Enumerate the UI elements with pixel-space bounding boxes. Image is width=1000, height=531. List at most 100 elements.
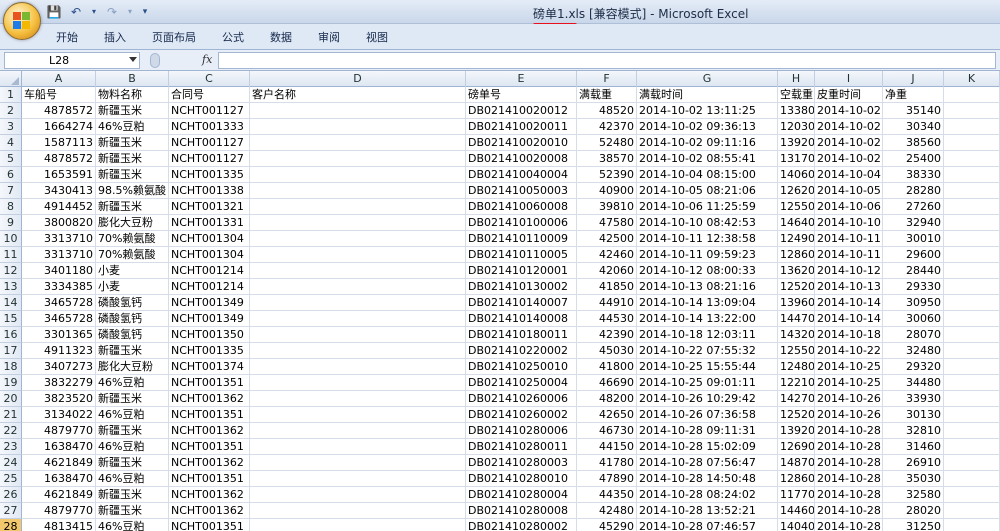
table-cell-c[interactable]: NCHT001362 <box>169 487 250 503</box>
table-cell-g[interactable]: 2014-10-25 15:55:44 <box>637 359 778 375</box>
table-cell-h[interactable]: 14640 <box>778 215 815 231</box>
table-cell-h[interactable]: 12520 <box>778 407 815 423</box>
table-cell-a[interactable]: 4879770 <box>22 423 96 439</box>
table-cell-a[interactable]: 3313710 <box>22 247 96 263</box>
table-cell-k[interactable] <box>944 503 1000 519</box>
table-cell-i[interactable]: 2014-10-02 <box>815 103 883 119</box>
table-cell-j[interactable]: 38330 <box>883 167 944 183</box>
column-header-c[interactable]: C <box>169 71 250 87</box>
table-cell-a[interactable]: 4878572 <box>22 151 96 167</box>
table-cell-k[interactable] <box>944 279 1000 295</box>
table-cell-d[interactable] <box>250 423 466 439</box>
table-cell-f[interactable]: 45290 <box>577 519 637 531</box>
tab-home[interactable]: 开始 <box>56 29 91 45</box>
table-cell-d[interactable] <box>250 247 466 263</box>
undo-dropdown-icon[interactable]: ▾ <box>90 4 98 20</box>
table-cell-g[interactable]: 2014-10-11 12:38:58 <box>637 231 778 247</box>
table-cell-e[interactable]: DB021410140007 <box>466 295 577 311</box>
table-cell-b[interactable]: 新疆玉米 <box>96 503 169 519</box>
select-all-button[interactable] <box>0 71 22 87</box>
header-cell-j[interactable]: 净重 <box>883 87 944 103</box>
table-cell-h[interactable]: 13920 <box>778 423 815 439</box>
table-cell-e[interactable]: DB021410280010 <box>466 471 577 487</box>
table-cell-g[interactable]: 2014-10-26 10:29:42 <box>637 391 778 407</box>
header-cell-c[interactable]: 合同号 <box>169 87 250 103</box>
table-cell-j[interactable]: 32940 <box>883 215 944 231</box>
header-cell-f[interactable]: 满载重 <box>577 87 637 103</box>
table-cell-d[interactable] <box>250 263 466 279</box>
table-cell-i[interactable]: 2014-10-28 <box>815 423 883 439</box>
table-cell-c[interactable]: NCHT001304 <box>169 231 250 247</box>
table-cell-a[interactable]: 1638470 <box>22 439 96 455</box>
table-cell-e[interactable]: DB021410280003 <box>466 455 577 471</box>
table-cell-g[interactable]: 2014-10-14 13:22:00 <box>637 311 778 327</box>
table-cell-f[interactable]: 52390 <box>577 167 637 183</box>
table-cell-b[interactable]: 46%豆粕 <box>96 439 169 455</box>
table-cell-a[interactable]: 3401180 <box>22 263 96 279</box>
redo-icon[interactable]: ↷ <box>104 4 120 20</box>
table-cell-d[interactable] <box>250 151 466 167</box>
table-cell-a[interactable]: 4911323 <box>22 343 96 359</box>
table-cell-e[interactable]: DB021410260006 <box>466 391 577 407</box>
table-cell-h[interactable]: 13920 <box>778 135 815 151</box>
table-cell-g[interactable]: 2014-10-02 09:11:16 <box>637 135 778 151</box>
table-cell-c[interactable]: NCHT001127 <box>169 103 250 119</box>
table-cell-d[interactable] <box>250 471 466 487</box>
table-cell-g[interactable]: 2014-10-06 11:25:59 <box>637 199 778 215</box>
table-cell-c[interactable]: NCHT001362 <box>169 391 250 407</box>
table-cell-e[interactable]: DB021410020012 <box>466 103 577 119</box>
table-cell-c[interactable]: NCHT001331 <box>169 215 250 231</box>
table-cell-f[interactable]: 41850 <box>577 279 637 295</box>
row-header[interactable]: 24 <box>0 455 22 471</box>
table-cell-b[interactable]: 磷酸氢钙 <box>96 311 169 327</box>
table-cell-c[interactable]: NCHT001362 <box>169 423 250 439</box>
table-cell-g[interactable]: 2014-10-10 08:42:53 <box>637 215 778 231</box>
formula-input[interactable] <box>218 52 996 69</box>
splitter-handle[interactable] <box>150 53 160 68</box>
table-cell-c[interactable]: NCHT001362 <box>169 503 250 519</box>
table-cell-g[interactable]: 2014-10-02 13:11:25 <box>637 103 778 119</box>
column-header-i[interactable]: I <box>815 71 883 87</box>
row-header[interactable]: 10 <box>0 231 22 247</box>
table-cell-k[interactable] <box>944 183 1000 199</box>
table-cell-g[interactable]: 2014-10-14 13:09:04 <box>637 295 778 311</box>
table-cell-d[interactable] <box>250 503 466 519</box>
table-cell-b[interactable]: 46%豆粕 <box>96 519 169 531</box>
row-header[interactable]: 7 <box>0 183 22 199</box>
table-cell-f[interactable]: 48520 <box>577 103 637 119</box>
table-cell-j[interactable]: 25400 <box>883 151 944 167</box>
table-cell-a[interactable]: 1664274 <box>22 119 96 135</box>
table-cell-k[interactable] <box>944 167 1000 183</box>
table-cell-a[interactable]: 3430413 <box>22 183 96 199</box>
table-cell-b[interactable]: 46%豆粕 <box>96 375 169 391</box>
table-cell-b[interactable]: 新疆玉米 <box>96 423 169 439</box>
row-header[interactable]: 19 <box>0 375 22 391</box>
table-cell-c[interactable]: NCHT001349 <box>169 311 250 327</box>
row-header[interactable]: 5 <box>0 151 22 167</box>
table-cell-b[interactable]: 46%豆粕 <box>96 119 169 135</box>
table-cell-c[interactable]: NCHT001351 <box>169 407 250 423</box>
table-cell-e[interactable]: DB021410280006 <box>466 423 577 439</box>
table-cell-d[interactable] <box>250 375 466 391</box>
table-cell-b[interactable]: 70%赖氨酸 <box>96 231 169 247</box>
table-cell-h[interactable]: 14870 <box>778 455 815 471</box>
table-cell-g[interactable]: 2014-10-22 07:55:32 <box>637 343 778 359</box>
table-cell-g[interactable]: 2014-10-28 15:02:09 <box>637 439 778 455</box>
row-header[interactable]: 11 <box>0 247 22 263</box>
table-cell-b[interactable]: 膨化大豆粉 <box>96 359 169 375</box>
table-cell-j[interactable]: 27260 <box>883 199 944 215</box>
table-cell-k[interactable] <box>944 311 1000 327</box>
table-cell-h[interactable]: 14270 <box>778 391 815 407</box>
table-cell-k[interactable] <box>944 439 1000 455</box>
table-cell-c[interactable]: NCHT001351 <box>169 471 250 487</box>
table-cell-g[interactable]: 2014-10-04 08:15:00 <box>637 167 778 183</box>
table-cell-e[interactable]: DB021410110005 <box>466 247 577 263</box>
table-cell-a[interactable]: 3334385 <box>22 279 96 295</box>
table-cell-c[interactable]: NCHT001338 <box>169 183 250 199</box>
table-cell-g[interactable]: 2014-10-02 09:36:13 <box>637 119 778 135</box>
table-cell-j[interactable]: 29320 <box>883 359 944 375</box>
table-cell-e[interactable]: DB021410260002 <box>466 407 577 423</box>
header-cell-i[interactable]: 皮重时间 <box>815 87 883 103</box>
tab-view[interactable]: 视图 <box>366 29 401 45</box>
table-cell-c[interactable]: NCHT001214 <box>169 263 250 279</box>
